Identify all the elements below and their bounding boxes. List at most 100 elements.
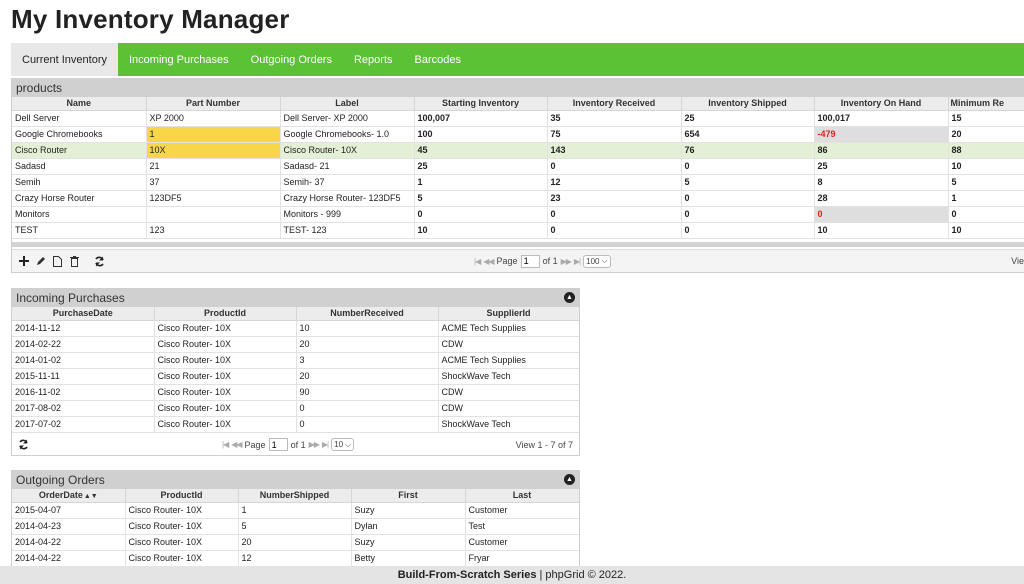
cell-number-received[interactable]: 0	[296, 400, 439, 417]
cell-number-shipped[interactable]: 5	[238, 518, 352, 535]
prev-page-icon[interactable]: ◀◀	[483, 257, 494, 266]
cell-inventory-on-hand[interactable]: 0	[814, 206, 949, 223]
table-row[interactable]: 2014-04-22 Cisco Router- 10X 12 Betty Fryar	[12, 550, 579, 566]
col-header-supplier-id[interactable]: SupplierId	[438, 307, 579, 321]
cell-starting-inventory[interactable]: 100,007	[414, 110, 548, 127]
table-row[interactable]: 2015-04-07 Cisco Router- 10X 1 Suzy Customer	[12, 502, 579, 519]
cell-number-received[interactable]: 3	[296, 352, 439, 369]
col-header-inventory-shipped[interactable]: Inventory Shipped	[681, 97, 815, 111]
cell-product-id[interactable]: Cisco Router- 10X	[125, 534, 239, 551]
cell-label[interactable]: Dell Server- XP 2000	[280, 110, 415, 127]
cell-minimum-reorder[interactable]: 88	[948, 142, 1024, 159]
table-row[interactable]: 2015-11-11 Cisco Router- 10X 20 ShockWave T…	[12, 368, 579, 385]
table-row[interactable]: 2014-11-12 Cisco Router- 10X 10 ACME Tech S…	[12, 320, 579, 337]
cell-product-id[interactable]: Cisco Router- 10X	[154, 400, 297, 417]
collapse-up-icon[interactable]: ▲	[564, 474, 575, 485]
cell-starting-inventory[interactable]: 1	[414, 174, 548, 191]
cell-inventory-received[interactable]: 35	[547, 110, 682, 127]
cell-inventory-received[interactable]: 23	[547, 190, 682, 207]
add-icon[interactable]	[18, 256, 29, 267]
cell-order-date[interactable]: 2014-04-22	[12, 534, 126, 551]
cell-part-number[interactable]: 123	[146, 222, 281, 239]
cell-supplier-id[interactable]: CDW	[438, 400, 579, 417]
cell-purchase-date[interactable]: 2016-11-02	[12, 384, 155, 401]
page-number-input[interactable]	[268, 438, 288, 451]
cell-minimum-reorder[interactable]: 1	[948, 190, 1024, 207]
cell-label[interactable]: Semih- 37	[280, 174, 415, 191]
last-page-icon[interactable]: ▶|	[322, 440, 329, 449]
prev-page-icon[interactable]: ◀◀	[231, 440, 242, 449]
cell-part-number[interactable]: 21	[146, 158, 281, 175]
cell-part-number[interactable]: XP 2000	[146, 110, 281, 127]
cell-name[interactable]: Monitors	[12, 206, 147, 223]
cell-label[interactable]: Cisco Router- 10X	[280, 142, 415, 159]
table-row[interactable]: 2017-07-02 Cisco Router- 10X 0 ShockWave Te…	[12, 416, 579, 433]
table-row-selected[interactable]: Cisco Router 10X Cisco Router- 10X 45 14…	[12, 142, 1024, 159]
cell-inventory-received[interactable]: 0	[547, 222, 682, 239]
col-header-part-number[interactable]: Part Number	[146, 97, 281, 111]
cell-supplier-id[interactable]: ACME Tech Supplies	[438, 320, 579, 337]
cell-starting-inventory[interactable]: 45	[414, 142, 548, 159]
cell-product-id[interactable]: Cisco Router- 10X	[154, 368, 297, 385]
cell-purchase-date[interactable]: 2014-01-02	[12, 352, 155, 369]
page-size-select[interactable]: 10 ⌵	[331, 438, 355, 451]
cell-name[interactable]: TEST	[12, 222, 147, 239]
cell-part-number[interactable]: 123DF5	[146, 190, 281, 207]
cell-name[interactable]: Cisco Router	[12, 142, 147, 159]
tab-barcodes[interactable]: Barcodes	[404, 43, 472, 76]
cell-order-date[interactable]: 2014-04-23	[12, 518, 126, 535]
table-row[interactable]: TEST 123 TEST- 123 10 0 0 10 10	[12, 222, 1024, 239]
view-document-icon[interactable]	[52, 255, 63, 267]
cell-inventory-received[interactable]: 0	[547, 206, 682, 223]
cell-label[interactable]: Sadasd- 21	[280, 158, 415, 175]
cell-purchase-date[interactable]: 2014-02-22	[12, 336, 155, 353]
cell-number-shipped[interactable]: 12	[238, 550, 352, 566]
cell-name[interactable]: Dell Server	[12, 110, 147, 127]
col-header-product-id[interactable]: ProductId	[154, 307, 297, 321]
cell-supplier-id[interactable]: CDW	[438, 384, 579, 401]
cell-part-number[interactable]: 10X	[146, 142, 281, 159]
cell-starting-inventory[interactable]: 10	[414, 222, 548, 239]
cell-inventory-shipped[interactable]: 25	[681, 110, 815, 127]
cell-product-id[interactable]: Cisco Router- 10X	[125, 502, 239, 519]
first-page-icon[interactable]: |◀	[474, 257, 481, 266]
cell-order-date[interactable]: 2014-04-22	[12, 550, 126, 566]
table-row[interactable]: Semih 37 Semih- 37 1 12 5 8 5	[12, 174, 1024, 191]
cell-minimum-reorder[interactable]: 10	[948, 222, 1024, 239]
cell-product-id[interactable]: Cisco Router- 10X	[154, 336, 297, 353]
cell-inventory-on-hand[interactable]: 8	[814, 174, 949, 191]
cell-product-id[interactable]: Cisco Router- 10X	[125, 550, 239, 566]
tab-incoming-purchases[interactable]: Incoming Purchases	[118, 43, 240, 76]
table-row[interactable]: 2014-01-02 Cisco Router- 10X 3 ACME Tech Su…	[12, 352, 579, 369]
cell-inventory-on-hand[interactable]: -479	[814, 126, 949, 143]
cell-name[interactable]: Sadasd	[12, 158, 147, 175]
cell-starting-inventory[interactable]: 25	[414, 158, 548, 175]
cell-part-number[interactable]	[146, 206, 281, 223]
horizontal-scrollbar[interactable]	[12, 241, 1024, 247]
cell-inventory-on-hand[interactable]: 86	[814, 142, 949, 159]
cell-label[interactable]: Crazy Horse Router- 123DF5	[280, 190, 415, 207]
cell-product-id[interactable]: Cisco Router- 10X	[154, 384, 297, 401]
tab-reports[interactable]: Reports	[343, 43, 404, 76]
cell-order-date[interactable]: 2015-04-07	[12, 502, 126, 519]
col-header-minimum-reorder[interactable]: Minimum Re	[948, 97, 1024, 111]
refresh-icon[interactable]	[18, 439, 29, 450]
cell-last[interactable]: Customer	[465, 502, 579, 519]
cell-number-received[interactable]: 0	[296, 416, 439, 433]
cell-part-number[interactable]: 37	[146, 174, 281, 191]
col-header-product-id[interactable]: ProductId	[125, 489, 239, 503]
cell-minimum-reorder[interactable]: 20	[948, 126, 1024, 143]
cell-supplier-id[interactable]: ShockWave Tech	[438, 416, 579, 433]
collapse-up-icon[interactable]: ▲	[564, 292, 575, 303]
cell-last[interactable]: Test	[465, 518, 579, 535]
cell-first[interactable]: Suzy	[351, 534, 466, 551]
table-row[interactable]: 2014-04-22 Cisco Router- 10X 20 Suzy Custome…	[12, 534, 579, 551]
col-header-inventory-on-hand[interactable]: Inventory On Hand	[814, 97, 949, 111]
next-page-icon[interactable]: ▶▶	[561, 257, 572, 266]
cell-inventory-received[interactable]: 12	[547, 174, 682, 191]
page-size-select[interactable]: 100 ⌵	[583, 254, 611, 268]
cell-inventory-received[interactable]: 0	[547, 158, 682, 175]
table-row[interactable]: 2014-04-23 Cisco Router- 10X 5 Dylan Test	[12, 518, 579, 535]
cell-inventory-shipped[interactable]: 76	[681, 142, 815, 159]
cell-last[interactable]: Fryar	[465, 550, 579, 566]
